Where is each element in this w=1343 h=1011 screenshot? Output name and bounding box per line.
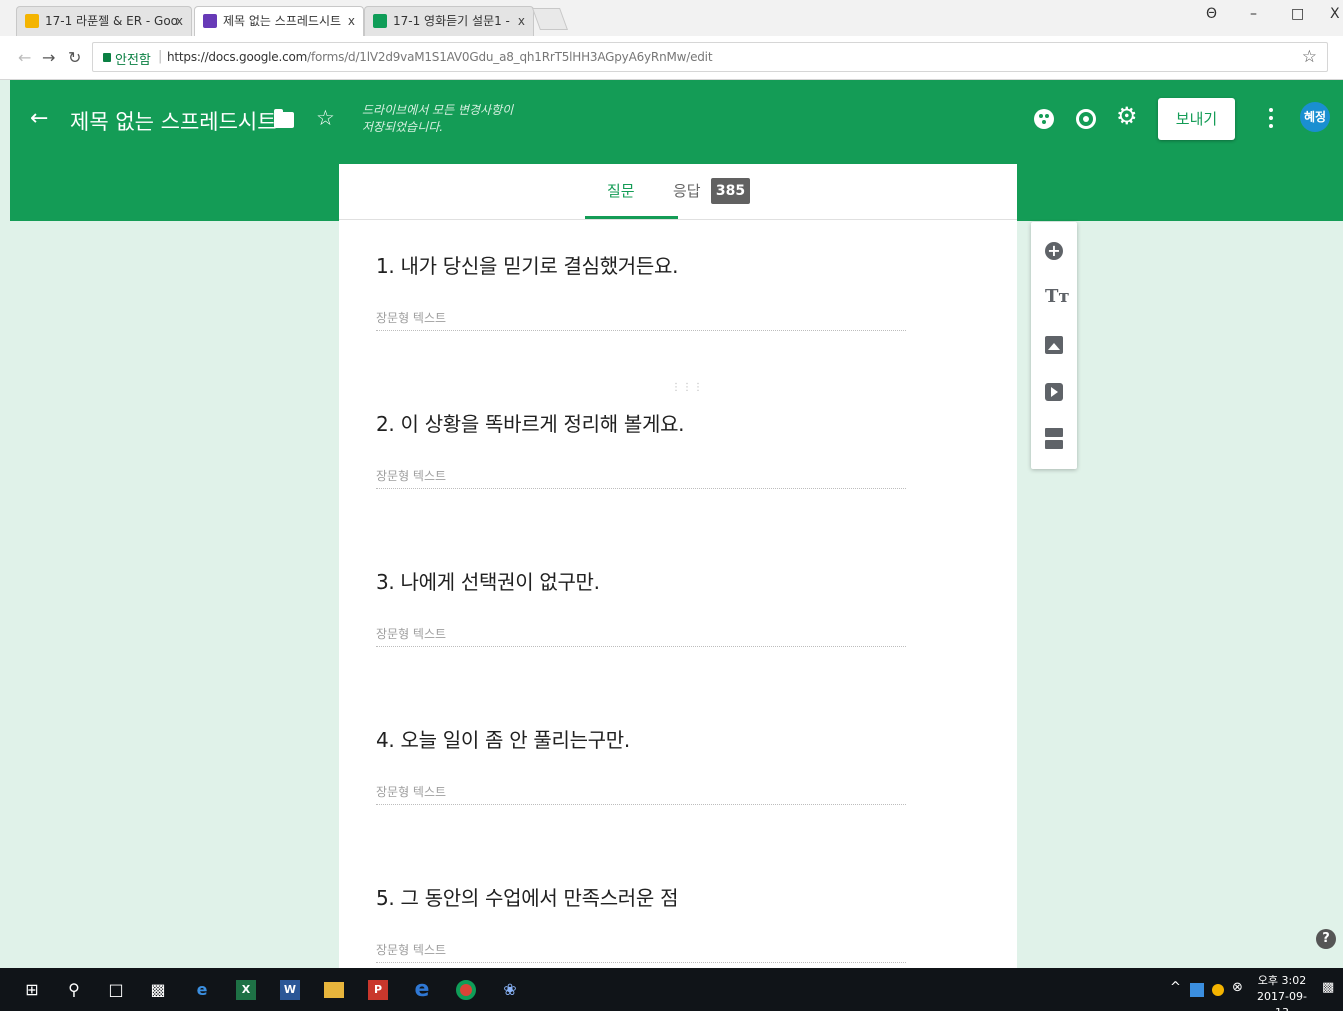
windows-taskbar: ⊞ ⚲ □ ▩ e X W P e ❀ ^ ⊗ 오후 3:02 2017-09-… <box>0 968 1343 1011</box>
video-icon[interactable] <box>1045 383 1063 401</box>
form-tabs: 질문 응답 385 <box>339 164 1017 220</box>
question-title: 5. 그 동안의 수업에서 만족스러운 점 <box>376 886 679 910</box>
palette-icon[interactable] <box>1034 109 1054 129</box>
section-icon[interactable] <box>1045 428 1063 450</box>
more-vert-icon[interactable] <box>1268 108 1274 130</box>
drive-icon <box>25 14 39 28</box>
secure-label: 안전함 <box>115 53 151 68</box>
tab-questions[interactable]: 질문 <box>607 180 635 201</box>
minimize-button[interactable]: – <box>1250 6 1257 22</box>
question-title: 4. 오늘 일이 좀 안 풀리는구만. <box>376 728 630 752</box>
file-explorer-icon[interactable] <box>324 982 344 998</box>
sheets-icon <box>373 14 387 28</box>
chrome-icon[interactable] <box>456 980 476 1000</box>
word-icon[interactable]: W <box>280 980 300 1000</box>
star-icon[interactable]: ☆ <box>316 106 335 130</box>
account-icon[interactable]: Θ <box>1206 6 1217 22</box>
app-tray-icon[interactable] <box>1212 984 1224 996</box>
long-answer-placeholder: 장문형 텍스트 <box>376 783 906 805</box>
long-answer-placeholder: 장문형 텍스트 <box>376 941 906 963</box>
document-title[interactable]: 제목 없는 스프레드시트 <box>70 106 277 136</box>
app-icon[interactable]: ❀ <box>500 980 520 1000</box>
avatar[interactable]: 혜정 <box>1300 102 1330 132</box>
close-window-button[interactable]: X <box>1330 6 1340 22</box>
browser-tab-forms[interactable]: 제목 없는 스프레드시트 x <box>194 6 364 36</box>
task-view-icon[interactable]: □ <box>106 980 126 1000</box>
notification-icon[interactable]: ▩ <box>1322 980 1334 995</box>
search-icon[interactable]: ⚲ <box>64 980 84 1000</box>
taskbar-clock[interactable]: 오후 3:02 2017-09-13 <box>1254 973 1310 1011</box>
chevron-up-icon[interactable]: ^ <box>1170 980 1181 995</box>
bookmark-star-icon[interactable]: ☆ <box>1302 47 1317 67</box>
browser-tab-label: 제목 없는 스프레드시트 <box>223 14 342 28</box>
clock-time: 오후 3:02 <box>1257 974 1307 987</box>
question-title: 1. 내가 당신을 믿기로 결심했거든요. <box>376 254 679 278</box>
forms-icon <box>203 14 217 28</box>
save-status: 드라이브에서 모든 변경사항이 저장되었습니다. <box>362 103 514 134</box>
windows-start-icon[interactable]: ⊞ <box>22 980 42 1000</box>
question-toolbar: + Tт <box>1031 222 1077 469</box>
powerpoint-icon[interactable]: P <box>368 980 388 1000</box>
response-count-badge: 385 <box>711 178 750 204</box>
browser-tab-drive[interactable]: 17-1 라푼젤 & ER - Goo x <box>16 6 192 36</box>
store-icon[interactable]: ▩ <box>148 980 168 1000</box>
internet-explorer-icon[interactable]: e <box>412 979 432 1001</box>
close-tab-icon[interactable]: x <box>518 7 525 35</box>
network-tray-icon[interactable]: ⊗ <box>1232 980 1243 995</box>
browser-tab-sheets[interactable]: 17-1 영화듣기 설문1 - x <box>364 6 534 36</box>
title-icon[interactable]: Tт <box>1045 288 1070 306</box>
question-item[interactable]: 5. 그 동안의 수업에서 만족스러운 점 장문형 텍스트 <box>376 882 906 963</box>
long-answer-placeholder: 장문형 텍스트 <box>376 467 906 489</box>
gear-icon[interactable]: ⚙ <box>1116 104 1138 128</box>
security-tray-icon[interactable] <box>1190 983 1204 997</box>
url-host: https://docs.google.com <box>167 50 308 64</box>
reload-icon[interactable]: ↻ <box>68 48 81 67</box>
edge-icon[interactable]: e <box>192 980 212 1000</box>
question-item[interactable]: 2. 이 상황을 똑바르게 정리해 볼게요. 장문형 텍스트 <box>376 408 906 489</box>
preview-eye-icon[interactable] <box>1076 109 1096 129</box>
question-item[interactable]: 4. 오늘 일이 좀 안 풀리는구만. 장문형 텍스트 <box>376 724 906 805</box>
send-button[interactable]: 보내기 <box>1158 98 1235 140</box>
drag-handle-icon[interactable]: ⋮⋮⋮ <box>671 383 703 393</box>
back-arrow-icon[interactable]: ← <box>18 48 31 67</box>
forward-arrow-icon[interactable]: → <box>42 48 55 67</box>
browser-tab-strip: 17-1 라푼젤 & ER - Goo x 제목 없는 스프레드시트 x 17-… <box>0 0 1343 36</box>
tab-underline <box>585 216 678 219</box>
excel-icon[interactable]: X <box>236 980 256 1000</box>
close-tab-icon[interactable]: x <box>348 7 355 35</box>
browser-tab-label: 17-1 영화듣기 설문1 - <box>393 14 510 28</box>
url-text: https://docs.google.com/forms/d/1lV2d9va… <box>167 50 713 64</box>
new-tab-button[interactable] <box>531 8 569 30</box>
url-path: /forms/d/1lV2d9vaM1S1AV0Gdu_a8_qh1RrT5lH… <box>307 50 713 64</box>
restore-button[interactable]: □ <box>1291 6 1304 22</box>
url-input[interactable]: 안전함 | https://docs.google.com/forms/d/1l… <box>92 42 1328 72</box>
add-question-icon[interactable]: + <box>1045 242 1063 260</box>
question-title: 2. 이 상황을 똑바르게 정리해 볼게요. <box>376 412 685 436</box>
help-icon[interactable]: ? <box>1316 929 1336 949</box>
folder-icon[interactable] <box>274 109 294 128</box>
form-card: 질문 응답 385 1. 내가 당신을 믿기로 결심했거든요. 장문형 텍스트 … <box>339 164 1017 974</box>
question-title: 3. 나에게 선택권이 없구만. <box>376 570 600 594</box>
clock-date: 2017-09-13 <box>1257 990 1307 1011</box>
long-answer-placeholder: 장문형 텍스트 <box>376 309 906 331</box>
question-item[interactable]: 3. 나에게 선택권이 없구만. 장문형 텍스트 <box>376 566 906 647</box>
back-arrow-icon[interactable]: ← <box>30 106 48 131</box>
url-separator: | <box>158 49 163 64</box>
screen: 17-1 라푼젤 & ER - Goo x 제목 없는 스프레드시트 x 17-… <box>0 0 1343 1011</box>
image-icon[interactable] <box>1045 336 1063 354</box>
lock-icon <box>103 53 111 62</box>
tab-responses[interactable]: 응답 <box>673 180 701 201</box>
question-item[interactable]: 1. 내가 당신을 믿기로 결심했거든요. 장문형 텍스트 <box>376 250 906 331</box>
browser-tab-label: 17-1 라푼젤 & ER - Goo <box>45 14 179 28</box>
close-tab-icon[interactable]: x <box>176 7 183 35</box>
address-bar: ← → ↻ 안전함 | https://docs.google.com/form… <box>0 36 1343 80</box>
long-answer-placeholder: 장문형 텍스트 <box>376 625 906 647</box>
